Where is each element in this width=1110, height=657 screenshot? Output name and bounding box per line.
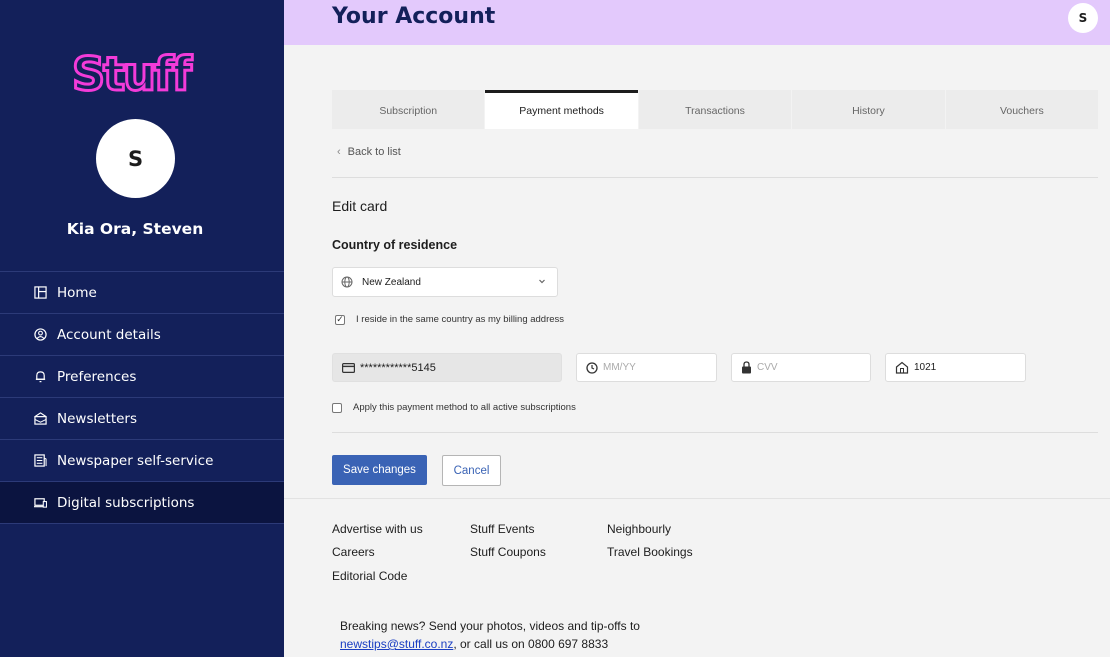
news-tip-email-link[interactable]: newstips@stuff.co.nz <box>340 637 453 651</box>
expiry-field[interactable]: MM/YY <box>576 353 717 382</box>
apply-all-label: Apply this payment method to all active … <box>353 402 576 413</box>
expiry-placeholder: MM/YY <box>603 362 636 373</box>
svg-text:Stuff: Stuff <box>72 47 193 94</box>
same-country-row: ✓ I reside in the same country as my bil… <box>335 314 564 325</box>
cancel-button[interactable]: Cancel <box>442 455 501 486</box>
tab-history[interactable]: History <box>792 90 945 129</box>
postcode-field[interactable]: 1021 <box>885 353 1026 382</box>
footer-link-neighbourly[interactable]: Neighbourly <box>607 522 671 536</box>
cvv-placeholder: CVV <box>757 362 778 373</box>
sidebar-item-digital-subscriptions[interactable]: Digital subscriptions <box>0 482 284 524</box>
sidebar-item-label: Newsletters <box>57 410 138 427</box>
country-label: Country of residence <box>332 238 458 252</box>
country-value: New Zealand <box>362 276 421 288</box>
divider <box>332 432 1098 433</box>
apply-all-checkbox[interactable] <box>332 402 342 413</box>
house-icon <box>895 361 909 374</box>
footer-link-careers[interactable]: Careers <box>332 545 375 559</box>
envelope-icon <box>33 412 47 426</box>
apply-all-row: Apply this payment method to all active … <box>332 402 576 413</box>
sidebar-item-label: Preferences <box>57 368 137 385</box>
chevron-left-icon: ‹ <box>337 146 341 158</box>
greeting: Kia Ora, Steven <box>66 220 204 238</box>
page-title: Your Account <box>332 4 496 29</box>
sidebar-item-label: Newspaper self-service <box>57 452 214 469</box>
chevron-down-icon <box>537 276 547 289</box>
globe-icon <box>341 276 353 288</box>
sidebar-item-label: Home <box>57 284 97 301</box>
footer-link-stuff-coupons[interactable]: Stuff Coupons <box>470 545 546 559</box>
back-to-list-link[interactable]: ‹ Back to list <box>337 146 401 158</box>
bell-icon <box>33 370 47 384</box>
devices-icon <box>33 496 47 510</box>
home-icon <box>33 286 47 300</box>
footer-link-stuff-events[interactable]: Stuff Events <box>470 522 534 536</box>
sidebar-item-preferences[interactable]: Preferences <box>0 356 284 398</box>
account-icon <box>33 328 47 342</box>
card-number-value: ************5145 <box>360 361 436 374</box>
credit-card-icon <box>342 362 355 373</box>
same-country-label: I reside in the same country as my billi… <box>356 314 565 325</box>
sidebar-item-account-details[interactable]: Account details <box>0 314 284 356</box>
news-tip-line: Breaking news? Send your photos, videos … <box>340 619 640 633</box>
sidebar-item-home[interactable]: Home <box>0 272 284 314</box>
country-select[interactable]: New Zealand <box>332 267 558 297</box>
sidebar-item-newspaper-self-service[interactable]: Newspaper self-service <box>0 440 284 482</box>
divider <box>332 177 1098 178</box>
tab-vouchers[interactable]: Vouchers <box>945 90 1099 129</box>
lock-icon <box>741 361 752 374</box>
tab-subscription[interactable]: Subscription <box>332 90 485 129</box>
card-number-field[interactable]: ************5145 <box>332 353 562 382</box>
footer-link-editorial-code[interactable]: Editorial Code <box>332 569 407 583</box>
clock-icon <box>586 361 598 374</box>
sidebar: Stuff S Kia Ora, Steven Home Account det… <box>0 0 284 657</box>
user-avatar: S <box>96 119 175 198</box>
stuff-logo[interactable]: Stuff <box>71 46 200 103</box>
footer-link-advertise[interactable]: Advertise with us <box>332 522 423 536</box>
edit-card-title: Edit card <box>332 198 388 214</box>
news-tip-text: Breaking news? Send your photos, videos … <box>340 617 640 653</box>
back-label: Back to list <box>347 146 401 158</box>
cvv-field[interactable]: CVV <box>731 353 871 382</box>
tab-payment-methods[interactable]: Payment methods <box>485 90 638 129</box>
postcode-value: 1021 <box>914 362 937 373</box>
sidebar-item-label: Digital subscriptions <box>57 494 195 511</box>
footer: Advertise with us Careers Editorial Code… <box>284 498 1110 657</box>
news-tip-phone: , or call us on 0800 697 8833 <box>453 637 609 651</box>
footer-link-travel-bookings[interactable]: Travel Bookings <box>607 545 693 559</box>
header-avatar[interactable]: S <box>1068 3 1098 33</box>
same-country-checkbox[interactable]: ✓ <box>335 314 345 325</box>
save-changes-button[interactable]: Save changes <box>332 455 427 485</box>
sidebar-item-newsletters[interactable]: Newsletters <box>0 398 284 440</box>
sidebar-nav: Home Account details Preferences Newslet… <box>0 271 284 524</box>
sidebar-item-label: Account details <box>57 326 161 343</box>
account-tabs: Subscription Payment methods Transaction… <box>332 90 1099 129</box>
tab-transactions[interactable]: Transactions <box>638 90 792 129</box>
newspaper-icon <box>33 454 47 468</box>
page-header: Your Account S <box>284 0 1110 45</box>
